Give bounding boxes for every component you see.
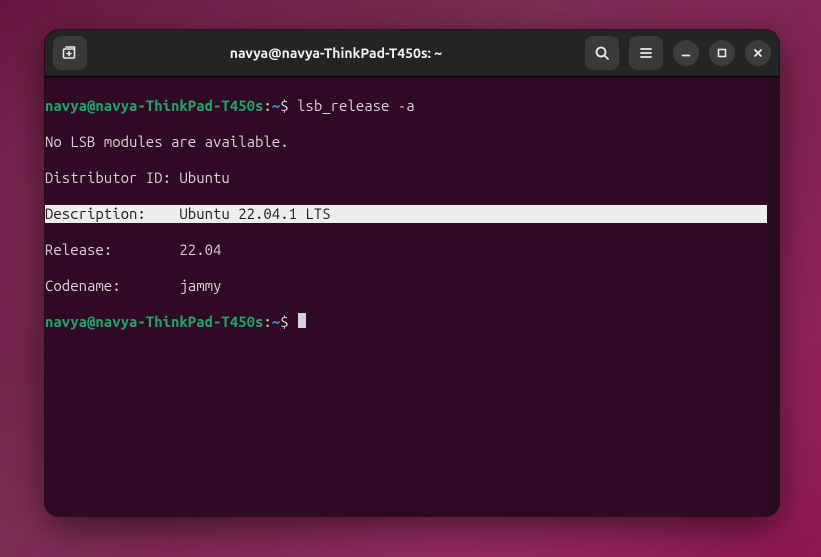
output-line: Codename: jammy — [45, 277, 767, 295]
prompt-user-host: navya@navya-ThinkPad-T450s — [45, 313, 263, 330]
minimize-button[interactable] — [673, 40, 699, 66]
prompt-path: ~ — [272, 313, 280, 330]
new-tab-icon — [61, 44, 79, 62]
output-line: Release: 22.04 — [45, 241, 767, 259]
scrollbar-track[interactable] — [767, 77, 779, 516]
titlebar: navya@navya-ThinkPad-T450s: ~ — [45, 30, 779, 77]
prompt-path: ~ — [272, 97, 280, 114]
prompt-dollar: $ — [280, 97, 297, 114]
terminal-output[interactable]: navya@navya-ThinkPad-T450s:~$ lsb_releas… — [45, 77, 767, 516]
maximize-button[interactable] — [709, 40, 735, 66]
close-button[interactable] — [745, 40, 771, 66]
command-text: lsb_release -a — [297, 97, 415, 114]
close-icon — [752, 47, 764, 59]
output-line: No LSB modules are available. — [45, 133, 767, 151]
window-title: navya@navya-ThinkPad-T450s: ~ — [93, 30, 579, 76]
prompt-colon: : — [263, 313, 271, 330]
hamburger-icon — [638, 45, 654, 61]
minimize-icon — [680, 47, 692, 59]
desktop-wallpaper: navya@navya-ThinkPad-T450s: ~ — [0, 0, 821, 557]
new-tab-button[interactable] — [53, 36, 87, 70]
menu-button[interactable] — [629, 36, 663, 70]
search-icon — [594, 45, 610, 61]
prompt-dollar: $ — [280, 313, 297, 330]
output-line: Distributor ID: Ubuntu — [45, 169, 767, 187]
terminal-window: navya@navya-ThinkPad-T450s: ~ — [45, 30, 779, 516]
search-button[interactable] — [585, 36, 619, 70]
maximize-icon — [716, 47, 728, 59]
prompt-user-host: navya@navya-ThinkPad-T450s — [45, 97, 263, 114]
terminal-body[interactable]: navya@navya-ThinkPad-T450s:~$ lsb_releas… — [45, 77, 779, 516]
output-line-highlighted: Description: Ubuntu 22.04.1 LTS — [45, 205, 767, 223]
cursor — [298, 313, 306, 328]
prompt-colon: : — [263, 97, 271, 114]
